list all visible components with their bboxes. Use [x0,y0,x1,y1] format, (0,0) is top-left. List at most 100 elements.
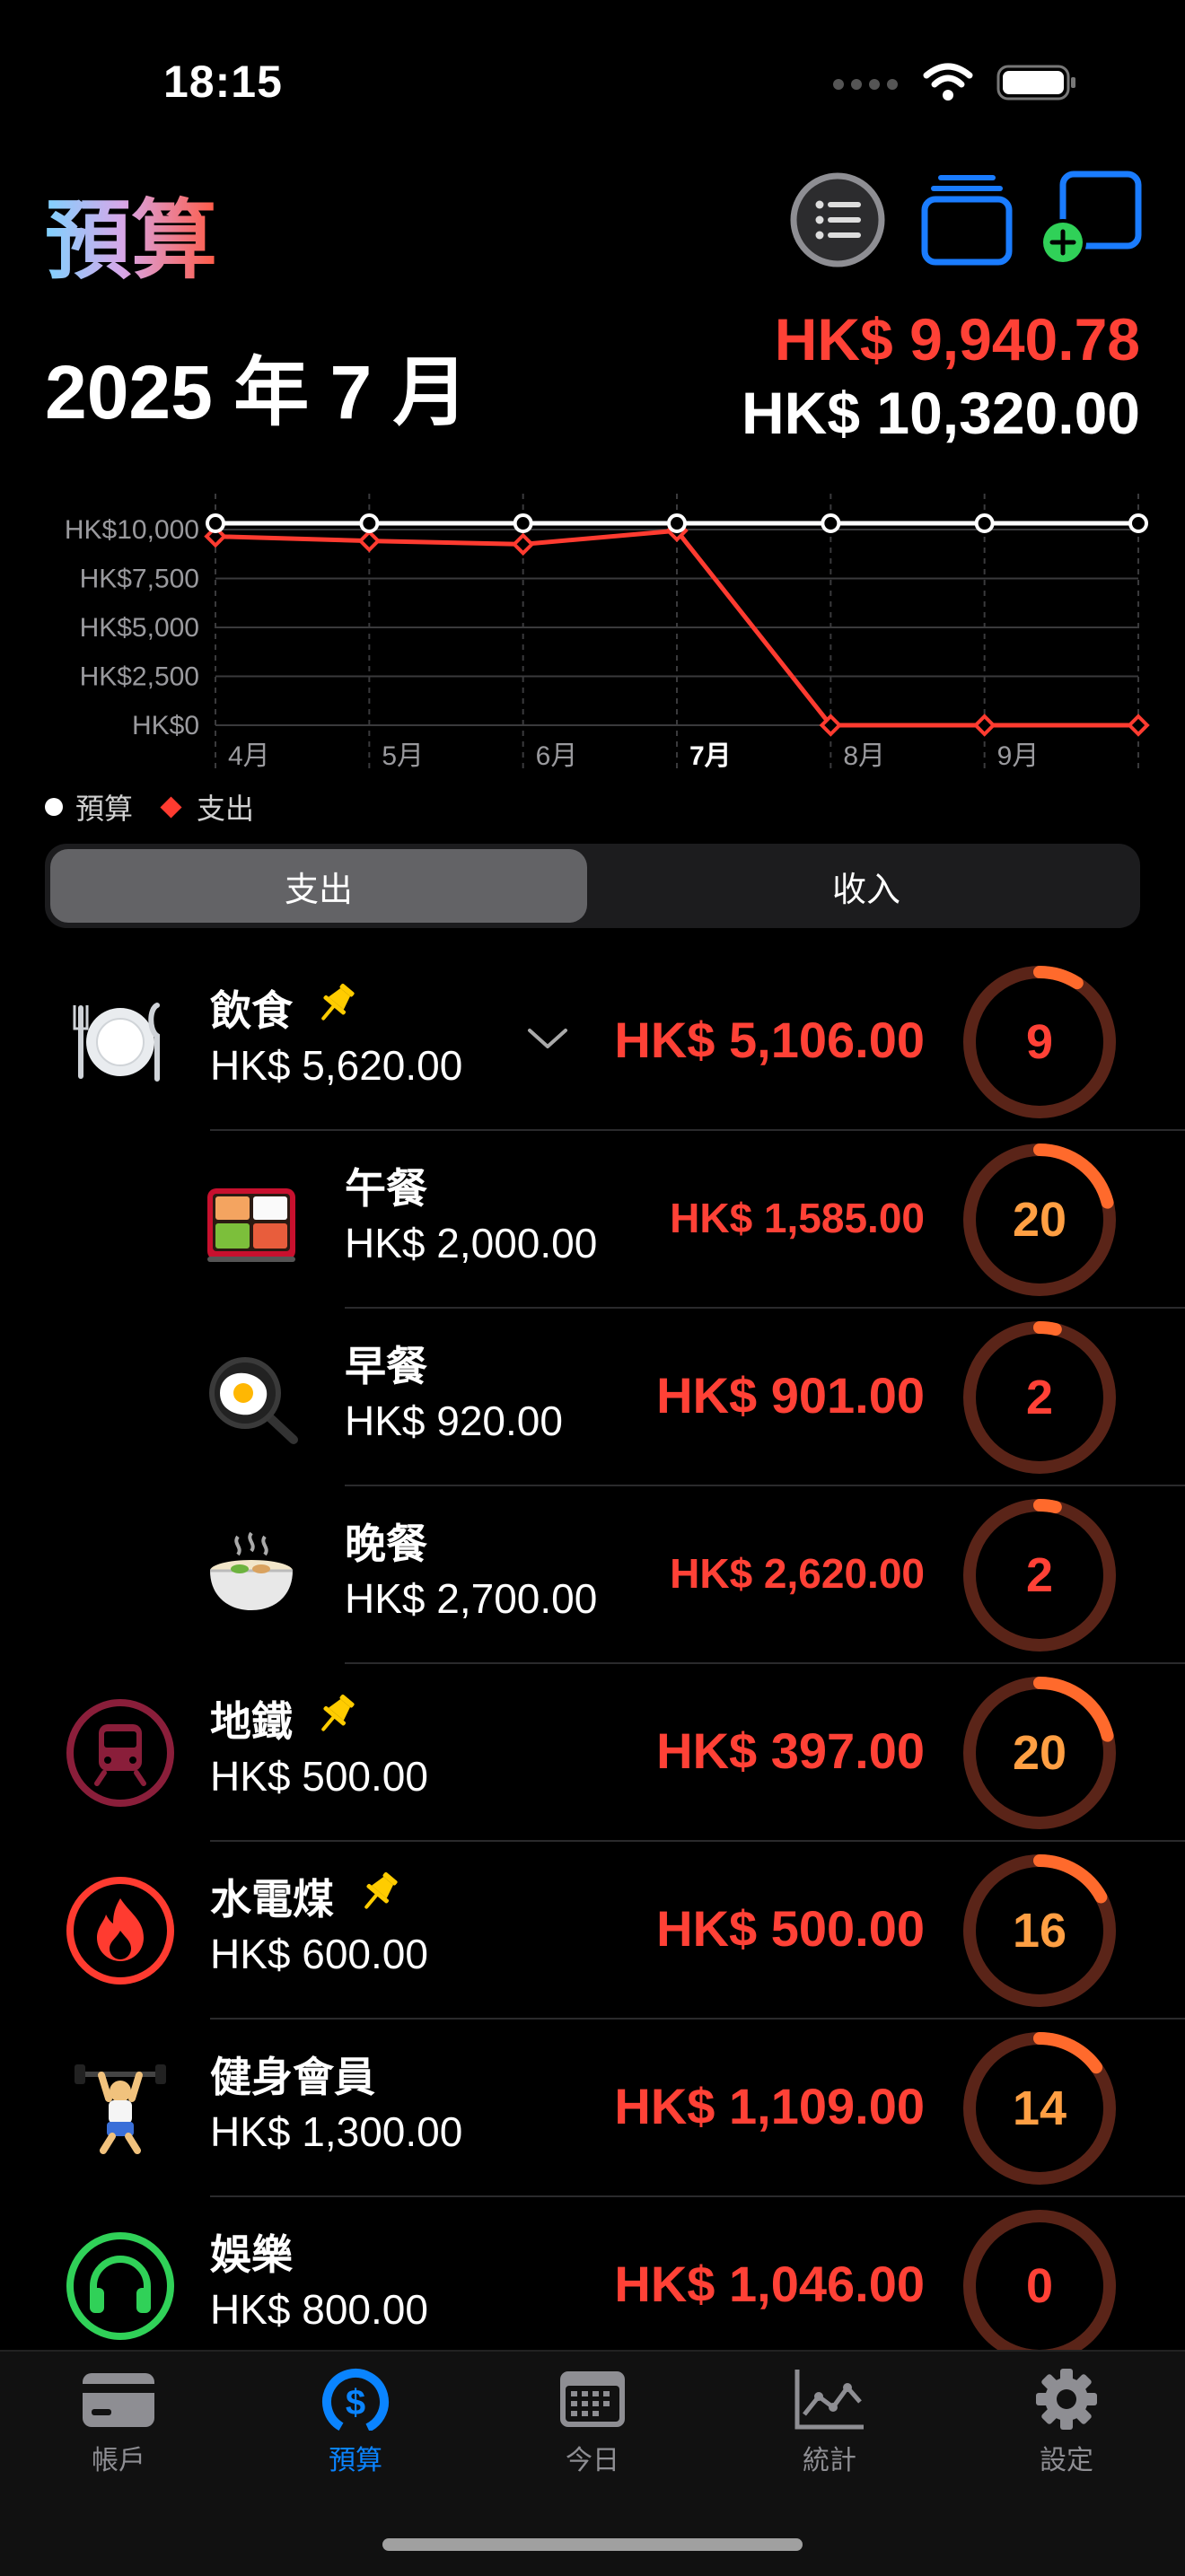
category-row[interactable]: 午餐 HK$ 2,000.00 HK$ 1,585.00 20 [0,1131,1185,1309]
chart-legend: 預算 支出 [45,786,254,828]
category-name: 娛樂 [210,2231,293,2278]
tab-stats[interactable]: 統計 [740,2368,919,2477]
list-button[interactable] [788,171,887,269]
category-name: 水電煤 [210,1876,334,1923]
segment-income[interactable]: 收入 [598,849,1135,923]
month-label: 2025 年 7 月 [45,350,469,434]
spent-point [357,529,382,553]
x-tick-label: 7月 [689,741,732,771]
chart-icon [794,2370,864,2430]
category-row[interactable]: 飲食 HK$ 5,620.00 HK$ 5,106.00 9 [0,953,1185,1131]
category-row[interactable]: 健身會員 HK$ 1,300.00 HK$ 1,109.00 14 [0,2020,1185,2197]
category-spent: HK$ 2,620.00 [670,1550,925,1598]
category-name: 地鐵 [210,1698,293,1745]
pin-icon [357,1869,402,1914]
status-time: 18:15 [163,57,283,107]
plate-icon [65,986,176,1098]
days-remaining: 2 [1025,1371,1054,1424]
card-icon [83,2373,154,2427]
category-row[interactable]: 地鐵 HK$ 500.00 HK$ 397.00 20 [0,1664,1185,1842]
budget-chart[interactable]: HK$10,000 HK$7,500 HK$5,000 HK$2,500 HK$0 4月 5… [0,485,1185,781]
tab-accounts[interactable]: 帳戶 [29,2368,208,2477]
category-budget: HK$ 1,300.00 [210,2108,463,2155]
budget-point [821,513,841,534]
budget-point [359,513,380,534]
cards-button[interactable] [917,171,1016,269]
y-tick-label: HK$2,500 [80,662,199,692]
pin-icon [314,1691,359,1736]
calendar-icon [560,2371,625,2427]
list-icon [790,172,885,267]
battery-icon [996,63,1077,107]
category-budget: HK$ 920.00 [345,1398,563,1444]
days-remaining: 20 [1012,1193,1067,1247]
category-spent: HK$ 1,109.00 [614,2078,925,2135]
weightlifter-icon [65,2053,176,2164]
status-icons [831,63,1077,107]
category-row[interactable]: 水電煤 HK$ 600.00 HK$ 500.00 16 [0,1842,1185,2020]
legend-budget-label: 預算 [75,793,134,825]
budget-point [513,513,533,534]
x-tick-label: 8月 [843,741,885,771]
category-budget: HK$ 800.00 [210,2286,428,2333]
category-budget: HK$ 600.00 [210,1931,428,1977]
tab-settings[interactable]: 設定 [977,2368,1156,2477]
y-tick-label: HK$5,000 [80,613,199,643]
category-budget: HK$ 5,620.00 [210,1042,463,1089]
spent-point [972,714,996,737]
page-title: 預算 [45,171,217,295]
category-row[interactable]: 娛樂 HK$ 800.00 HK$ 1,046.00 0 [0,2197,1185,2375]
dollar-gauge-icon: $ [322,2369,389,2431]
days-remaining: 14 [1012,2081,1067,2135]
chevron-down-icon[interactable] [526,1025,569,1056]
budget-total: HK$ 10,320.00 [742,380,1140,446]
x-tick-label: 9月 [997,741,1040,771]
category-spent: HK$ 901.00 [656,1367,925,1424]
days-remaining: 9 [1025,1015,1054,1069]
flame-icon [65,1875,176,1986]
spent-total: HK$ 9,940.78 [774,306,1140,372]
tab-label: 帳戶 [92,2446,145,2475]
tab-label: 統計 [803,2446,856,2475]
category-row[interactable]: 早餐 HK$ 920.00 HK$ 901.00 2 [0,1309,1185,1486]
category-row[interactable]: 晚餐 HK$ 2,700.00 HK$ 2,620.00 2 [0,1486,1185,1664]
home-indicator [382,2538,803,2551]
category-spent: HK$ 1,585.00 [670,1195,925,1242]
noodle-bowl-icon [196,1520,307,1631]
legend-spent-marker [160,795,182,819]
category-spent: HK$ 5,106.00 [614,1012,925,1069]
wifi-icon [923,63,973,107]
days-remaining: 2 [1025,1548,1054,1602]
category-name: 午餐 [345,1165,427,1212]
segment-expense[interactable]: 支出 [50,849,587,923]
x-tick-label: 5月 [382,741,424,771]
bento-icon [196,1164,307,1275]
tab-label: 預算 [329,2446,382,2475]
category-name: 健身會員 [210,2054,375,2100]
category-budget: HK$ 2,000.00 [345,1220,598,1266]
pin-icon [314,980,359,1025]
category-name: 晚餐 [345,1520,427,1567]
tab-label: 設定 [1040,2446,1093,2475]
gear-icon [1036,2369,1097,2430]
headphones-icon [65,2230,176,2342]
category-budget: HK$ 500.00 [210,1753,428,1800]
category-spent: HK$ 500.00 [656,1900,925,1958]
tab-budget[interactable]: $ 預算 [266,2368,445,2477]
budget-point [974,513,995,534]
y-tick-label: HK$10,000 [65,515,199,545]
days-remaining: 0 [1025,2259,1054,2313]
tab-label: 今日 [566,2446,619,2475]
x-tick-label: 6月 [536,741,578,771]
budget-point [206,513,225,534]
category-spent: HK$ 397.00 [656,1722,925,1780]
train-icon [65,1697,176,1809]
tab-today[interactable]: 今日 [503,2368,682,2477]
category-name: 飲食 [210,987,293,1034]
category-budget: HK$ 2,700.00 [345,1575,598,1622]
spent-point [1127,714,1150,737]
legend-budget-marker [45,798,63,816]
y-tick-label: HK$0 [132,711,199,740]
add-button[interactable] [1038,171,1146,269]
stack-icon [921,175,1013,266]
